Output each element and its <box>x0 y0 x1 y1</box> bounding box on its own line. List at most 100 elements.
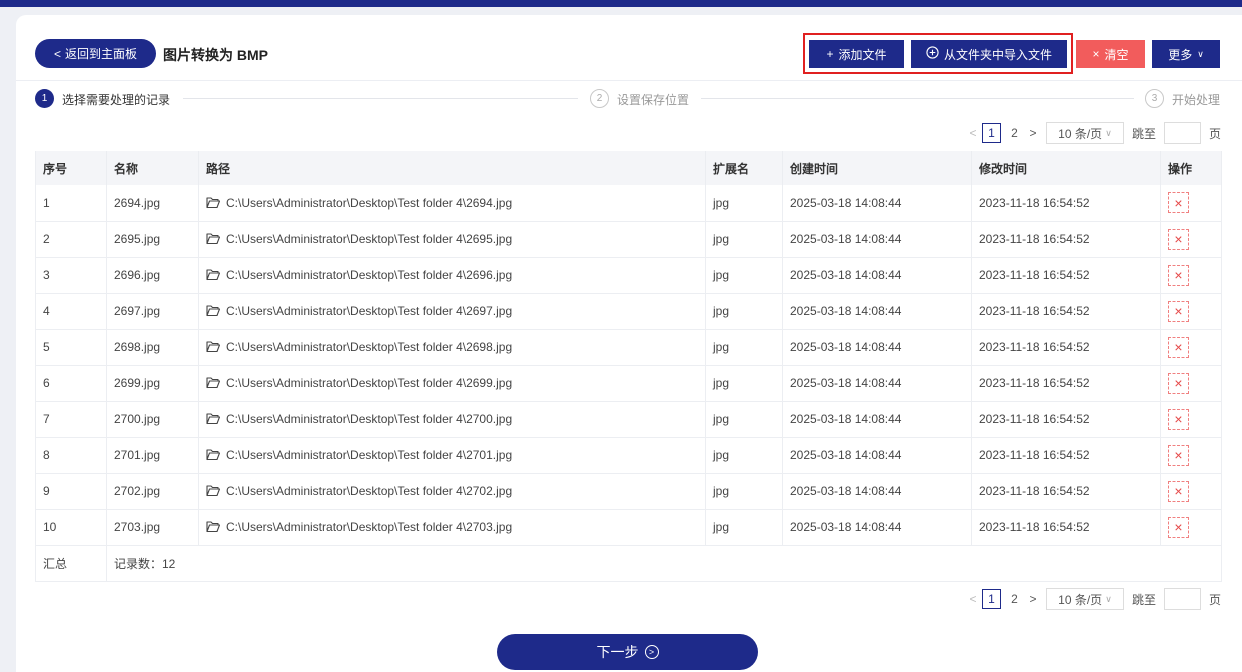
folder-open-icon[interactable] <box>206 449 221 461</box>
row-extension: jpg <box>705 221 783 258</box>
row-modified-time: 2023-11-18 16:54:52 <box>971 185 1161 222</box>
clear-button[interactable]: × 清空 <box>1076 40 1145 68</box>
prev-page-button[interactable]: < <box>966 592 980 606</box>
row-path-cell: C:\Users\Administrator\Desktop\Test fold… <box>198 473 706 510</box>
row-actions-cell: × <box>1160 509 1222 546</box>
next-page-button[interactable]: > <box>1026 126 1040 140</box>
file-table: 序号 名称 路径 扩展名 创建时间 修改时间 操作 1 2694.jpg C:\Us… <box>35 151 1222 582</box>
row-extension: jpg <box>705 365 783 402</box>
row-extension: jpg <box>705 473 783 510</box>
row-actions-cell: × <box>1160 365 1222 402</box>
main-panel: < 返回到主面板 图片转换为 BMP + 添加文件 从文件夹中导入文件 × 清空… <box>16 15 1242 672</box>
row-path-cell: C:\Users\Administrator\Desktop\Test fold… <box>198 257 706 294</box>
row-file-name: 2694.jpg <box>106 185 199 222</box>
table-row: 10 2703.jpg C:\Users\Administrator\Desktop… <box>35 509 1222 546</box>
folder-open-icon[interactable] <box>206 521 221 533</box>
pagination-top: < 1 2 > 10 条/页 ∨ 跳至 页 <box>966 122 1221 144</box>
page-2-button[interactable]: 2 <box>1005 589 1024 609</box>
row-index: 8 <box>35 437 107 474</box>
chevron-down-icon: ∨ <box>1197 48 1204 59</box>
folder-open-icon[interactable] <box>206 233 221 245</box>
page-size-value: 10 条/页 <box>1058 592 1103 607</box>
column-header-created: 创建时间 <box>782 151 972 185</box>
folder-open-icon[interactable] <box>206 305 221 317</box>
row-actions-cell: × <box>1160 221 1222 258</box>
row-actions-cell: × <box>1160 401 1222 438</box>
delete-row-button[interactable]: × <box>1168 300 1189 322</box>
row-created-time: 2025-03-18 14:08:44 <box>782 293 972 330</box>
row-path-cell: C:\Users\Administrator\Desktop\Test fold… <box>198 185 706 222</box>
chevron-left-icon: < <box>53 46 61 61</box>
delete-row-button[interactable]: × <box>1168 228 1189 250</box>
row-path: C:\Users\Administrator\Desktop\Test fold… <box>226 232 513 246</box>
next-page-button[interactable]: > <box>1026 592 1040 606</box>
row-index: 4 <box>35 293 107 330</box>
row-file-name: 2695.jpg <box>106 221 199 258</box>
row-index: 9 <box>35 473 107 510</box>
row-path: C:\Users\Administrator\Desktop\Test fold… <box>226 484 513 498</box>
page-unit-label: 页 <box>1208 126 1221 141</box>
table-row: 9 2702.jpg C:\Users\Administrator\Desktop\… <box>35 473 1222 510</box>
step-3-number: 3 <box>1145 89 1164 108</box>
row-extension: jpg <box>705 329 783 366</box>
row-actions-cell: × <box>1160 257 1222 294</box>
row-path-cell: C:\Users\Administrator\Desktop\Test fold… <box>198 509 706 546</box>
table-row: 2 2695.jpg C:\Users\Administrator\Desktop\… <box>35 221 1222 258</box>
folder-open-icon[interactable] <box>206 485 221 497</box>
column-header-index: 序号 <box>35 151 107 185</box>
row-file-name: 2696.jpg <box>106 257 199 294</box>
page-size-select[interactable]: 10 条/页 ∨ <box>1045 122 1124 144</box>
row-extension: jpg <box>705 293 783 330</box>
table-row: 7 2700.jpg C:\Users\Administrator\Desktop\… <box>35 401 1222 438</box>
chevron-down-icon: ∨ <box>1105 127 1112 138</box>
delete-row-button[interactable]: × <box>1168 516 1189 538</box>
folder-open-icon[interactable] <box>206 269 221 281</box>
row-modified-time: 2023-11-18 16:54:52 <box>971 401 1161 438</box>
table-row: 8 2701.jpg C:\Users\Administrator\Desktop\… <box>35 437 1222 474</box>
delete-row-button[interactable]: × <box>1168 192 1189 214</box>
delete-row-button[interactable]: × <box>1168 336 1189 358</box>
row-path: C:\Users\Administrator\Desktop\Test fold… <box>226 304 513 318</box>
delete-row-button[interactable]: × <box>1168 480 1189 502</box>
folder-open-icon[interactable] <box>206 377 221 389</box>
page-1-button[interactable]: 1 <box>981 589 1001 609</box>
jump-page-input[interactable] <box>1163 122 1201 144</box>
table-row: 3 2696.jpg C:\Users\Administrator\Desktop\… <box>35 257 1222 294</box>
delete-row-button[interactable]: × <box>1168 372 1189 394</box>
row-index: 1 <box>35 185 107 222</box>
delete-row-button[interactable]: × <box>1168 264 1189 286</box>
delete-row-button[interactable]: × <box>1168 408 1189 430</box>
next-step-button[interactable]: 下一步 > <box>497 634 758 670</box>
column-header-extension: 扩展名 <box>705 151 783 185</box>
row-created-time: 2025-03-18 14:08:44 <box>782 257 972 294</box>
page-1-button[interactable]: 1 <box>981 123 1001 143</box>
step-3-label: 开始处理 <box>1172 93 1221 107</box>
folder-open-icon[interactable] <box>206 341 221 353</box>
page-2-button[interactable]: 2 <box>1005 123 1024 143</box>
more-button[interactable]: 更多 ∨ <box>1152 40 1220 68</box>
page-size-select[interactable]: 10 条/页 ∨ <box>1045 588 1124 610</box>
row-path-cell: C:\Users\Administrator\Desktop\Test fold… <box>198 293 706 330</box>
row-modified-time: 2023-11-18 16:54:52 <box>971 257 1161 294</box>
row-modified-time: 2023-11-18 16:54:52 <box>971 437 1161 474</box>
step-2-number: 2 <box>590 89 609 108</box>
page-title: 图片转换为 BMP <box>163 47 268 63</box>
summary-count: 记录数：12 <box>106 545 1222 582</box>
row-modified-time: 2023-11-18 16:54:52 <box>971 329 1161 366</box>
step-indicator: 1 选择需要处理的记录 2 设置保存位置 3 开始处理 <box>35 88 1221 110</box>
prev-page-button[interactable]: < <box>966 126 980 140</box>
row-created-time: 2025-03-18 14:08:44 <box>782 509 972 546</box>
folder-open-icon[interactable] <box>206 413 221 425</box>
row-created-time: 2025-03-18 14:08:44 <box>782 185 972 222</box>
row-extension: jpg <box>705 509 783 546</box>
folder-open-icon[interactable] <box>206 197 221 209</box>
row-extension: jpg <box>705 257 783 294</box>
back-to-dashboard-button[interactable]: < 返回到主面板 <box>35 39 156 68</box>
delete-row-button[interactable]: × <box>1168 444 1189 466</box>
step-1-number: 1 <box>35 89 54 108</box>
jump-page-input[interactable] <box>1163 588 1201 610</box>
summary-label: 汇总 <box>35 545 107 582</box>
row-index: 3 <box>35 257 107 294</box>
row-created-time: 2025-03-18 14:08:44 <box>782 437 972 474</box>
row-modified-time: 2023-11-18 16:54:52 <box>971 473 1161 510</box>
